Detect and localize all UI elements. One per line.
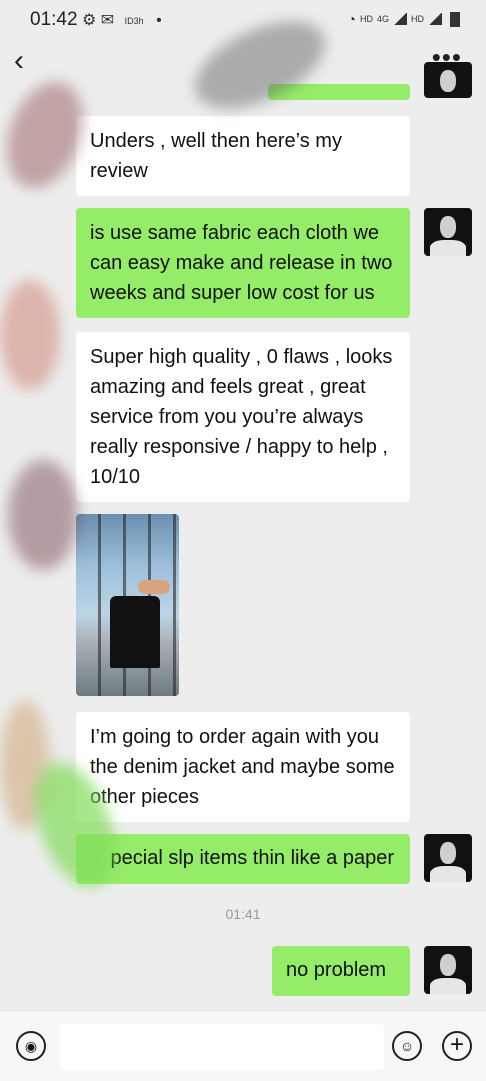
avatar-head [440,216,456,238]
message-text: I’m going to order again with you the de… [90,726,395,808]
avatar-self[interactable] [424,834,472,882]
avatar-head [440,954,456,976]
avatar-self[interactable] [424,208,472,256]
emoji-icon[interactable]: ☺ [392,1031,422,1061]
status-right-icons: ◔ HD 4G HD [348,11,460,27]
wechat-icon: ✉ [100,12,115,29]
network-label: 4G [376,14,389,24]
avatar-shoulders [430,978,466,994]
avatar-shoulders [430,866,466,882]
signal-icon [393,13,407,25]
avatar-head [440,70,456,92]
hand-image [138,580,170,594]
signal-icon-2 [428,13,442,25]
avatar-shoulders [430,240,466,256]
image-message[interactable] [76,514,179,696]
plus-icon[interactable]: + [442,1031,472,1061]
redaction-smudge [0,280,60,390]
message-text: Super high quality , 0 flaws , looks ama… [90,346,393,488]
tshirt-image [110,596,160,668]
message-bubble-incoming[interactable]: Unders , well then here’s my review [76,116,410,196]
wifi-icon: ◔ [347,11,356,27]
hd-label-2: HD [411,14,424,24]
message-bubble-outgoing[interactable]: is use same fabric each cloth we can eas… [76,208,410,318]
message-bubble-incoming[interactable]: Super high quality , 0 flaws , looks ama… [76,332,410,502]
input-bar: ◉ ☺ + [0,1010,486,1081]
message-text: pecial slp items thin like a paper [110,847,394,869]
clock: 01:42 [30,9,78,30]
message-text: Unders , well then here’s my review [90,130,342,182]
message-input[interactable] [60,1024,384,1070]
avatar-head [440,842,456,864]
avatar-partial[interactable] [424,62,472,98]
redaction-smudge [8,460,78,570]
message-bubble-incoming[interactable]: I’m going to order again with you the de… [76,712,410,822]
hd-label: HD [359,14,373,24]
status-small-text: ID3h [124,15,144,26]
avatar-self[interactable] [424,946,472,994]
message-bubble-outgoing[interactable]: pecial slp items thin like a paper [76,834,410,884]
message-bubble-outgoing[interactable]: no problem [272,946,410,996]
battery-icon [450,11,460,27]
message-text: no problem [286,959,387,981]
status-left-icons: ⚙ ✉ ID3h • [82,10,162,30]
status-dot: • [156,12,162,29]
chevron-left-icon[interactable]: ‹ [14,44,24,78]
voice-icon[interactable]: ◉ [16,1031,46,1061]
gear-icon: ⚙ [82,12,97,29]
message-text: is use same fabric each cloth we can eas… [90,222,393,304]
timestamp: 01:41 [225,906,261,922]
